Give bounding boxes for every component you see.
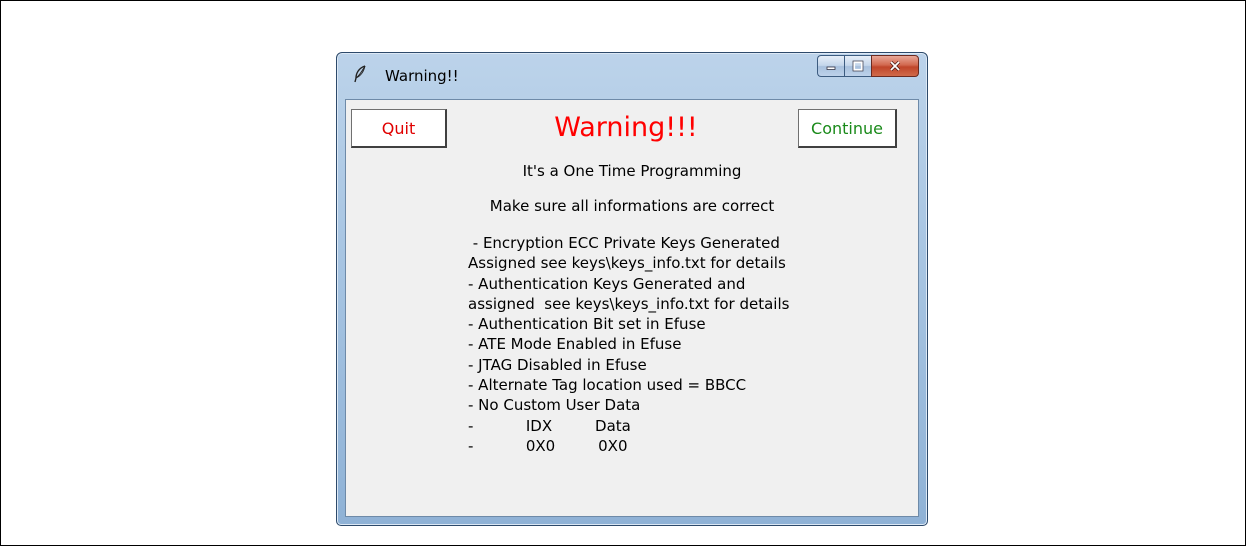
feather-icon	[354, 65, 366, 83]
details-line: - ATE Mode Enabled in Efuse	[468, 335, 682, 354]
verify-info-text: Make sure all informations are correct	[489, 197, 775, 215]
window-title: Warning!!	[385, 67, 459, 85]
close-button[interactable]	[871, 55, 919, 77]
details-line: Assigned see keys\keys_info.txt for deta…	[468, 254, 786, 273]
details-line: - Authentication Keys Generated and	[468, 274, 746, 293]
title-bar[interactable]: Warning!!	[337, 53, 927, 97]
details-line: - 0X0 0X0	[468, 436, 628, 455]
minimize-button[interactable]	[817, 55, 844, 77]
warning-window: Warning!! Quit Warning!!! Continue It's …	[336, 52, 928, 526]
maximize-icon	[852, 60, 864, 72]
warning-heading: Warning!!!	[554, 112, 698, 143]
maximize-button[interactable]	[844, 55, 871, 77]
continue-button[interactable]: Continue	[798, 109, 897, 148]
details-line: - No Custom User Data	[468, 396, 641, 415]
details-line: - Authentication Bit set in Efuse	[468, 315, 706, 334]
one-time-programming-text: It's a One Time Programming	[522, 162, 742, 180]
quit-button[interactable]: Quit	[351, 109, 447, 148]
details-list: - Encryption ECC Private Keys Generated …	[468, 233, 789, 456]
details-line: - IDX Data	[468, 416, 631, 435]
dialog-body: Quit Warning!!! Continue It's a One Time…	[345, 99, 919, 517]
details-line: - Encryption ECC Private Keys Generated	[468, 234, 780, 252]
minimize-icon	[826, 66, 836, 70]
close-icon	[889, 60, 901, 72]
details-line: - JTAG Disabled in Efuse	[468, 355, 647, 374]
details-line: assigned see keys\keys_info.txt for deta…	[468, 294, 790, 313]
details-line: - Alternate Tag location used = BBCC	[468, 376, 747, 395]
window-controls	[817, 55, 919, 77]
